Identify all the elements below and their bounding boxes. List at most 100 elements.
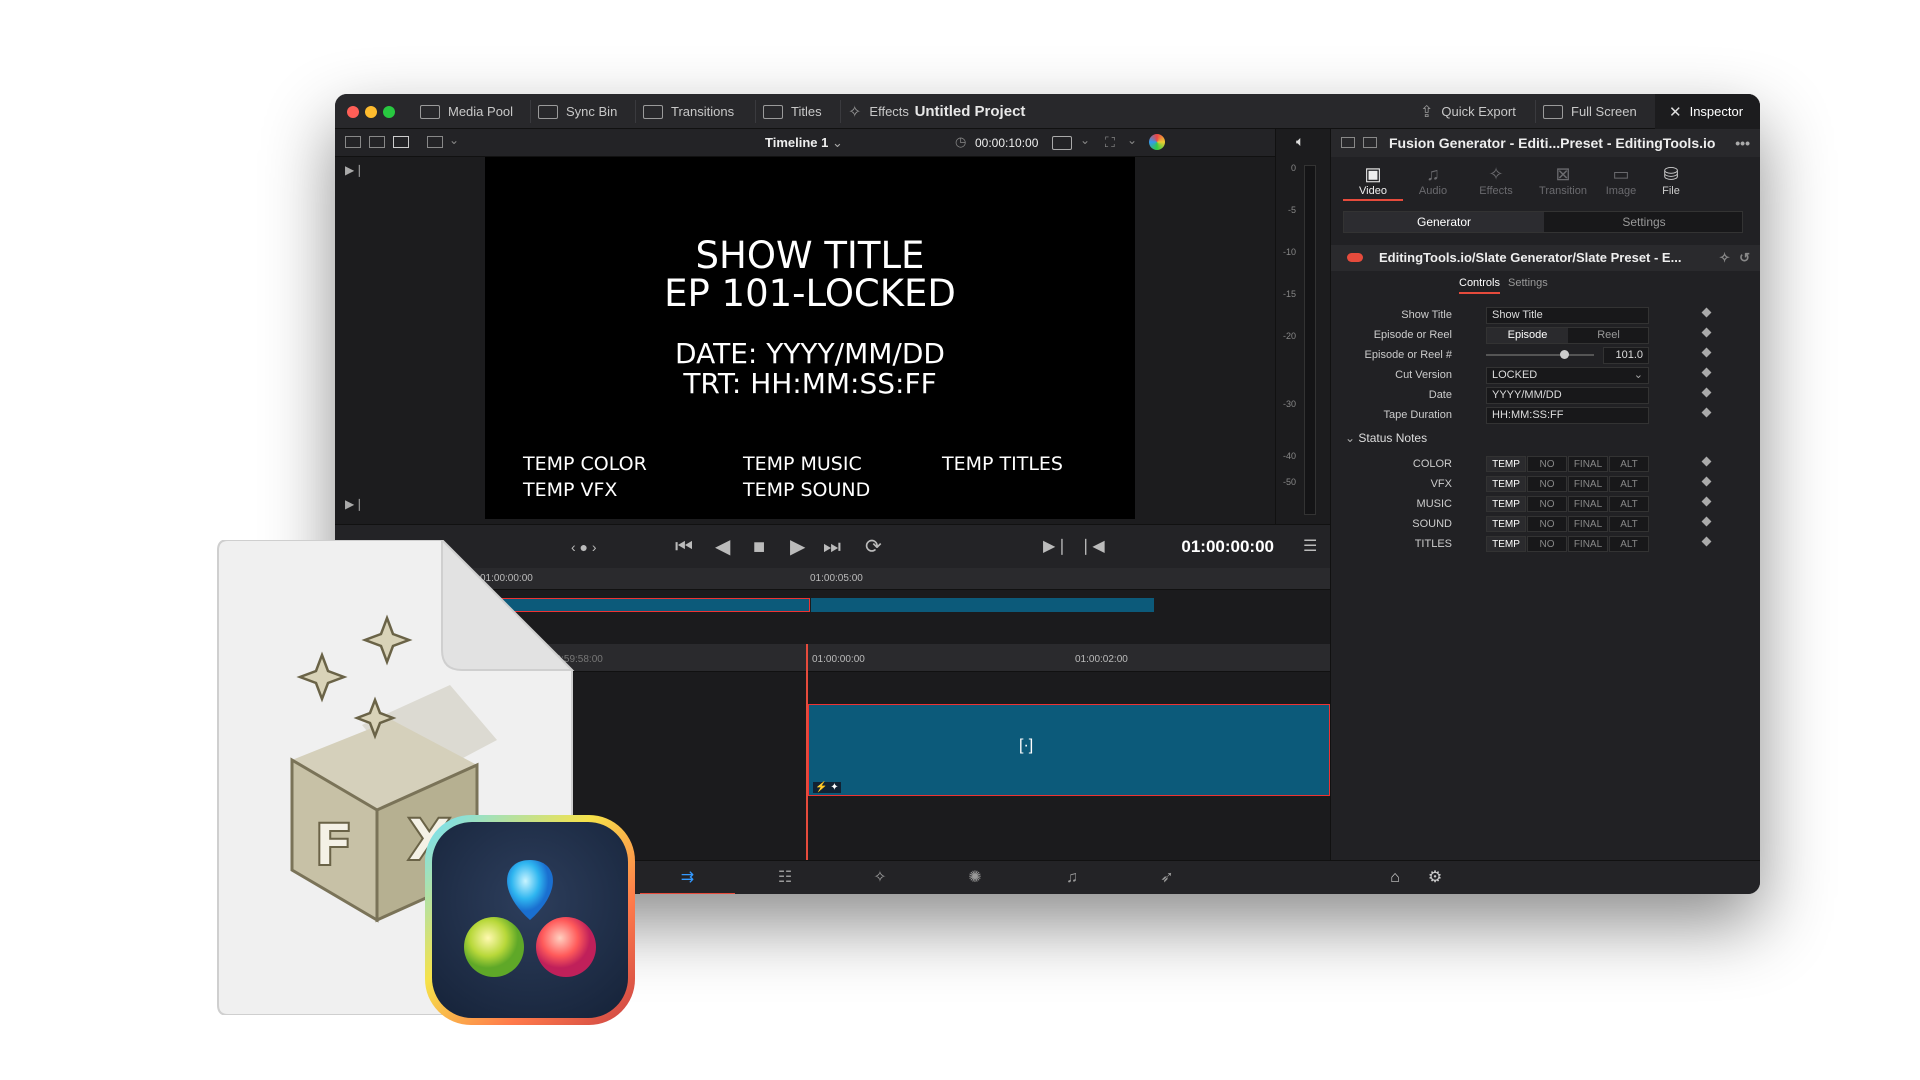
lower-ruler[interactable]: 00:59:58:00 01:00:00:00 01:00:02:00 — [540, 644, 1330, 672]
generator-clip[interactable]: [·] ⚡ ✦ — [808, 704, 1330, 796]
next-edit-button[interactable]: ▶❘ — [1043, 525, 1069, 569]
status-option-button[interactable]: NO — [1527, 516, 1567, 532]
magic-wand-icon[interactable]: ✧ — [1719, 245, 1730, 271]
minimize-window-button[interactable] — [365, 106, 377, 118]
status-option-button[interactable]: NO — [1527, 456, 1567, 472]
edit-page-icon[interactable]: ⇉ — [640, 861, 735, 894]
options-menu-icon[interactable]: ☰ — [1303, 525, 1317, 569]
slate-episode: EP 101-LOCKED — [664, 272, 956, 315]
tab-video[interactable]: ▣ Video — [1343, 163, 1403, 201]
status-option-button[interactable]: FINAL — [1568, 496, 1608, 512]
keyframe-icon[interactable] — [1701, 387, 1712, 398]
tab-audio[interactable]: ♫ Audio — [1403, 163, 1463, 197]
status-option-button[interactable]: ALT — [1609, 516, 1649, 532]
keyframe-icon[interactable] — [1701, 476, 1712, 487]
status-option-button[interactable]: FINAL — [1568, 456, 1608, 472]
transform-icon[interactable]: ⛶ — [1105, 134, 1115, 151]
status-option-button[interactable]: TEMP — [1486, 456, 1526, 472]
play-to-end-icon[interactable]: ▶❘ — [345, 497, 364, 511]
chevron-down-icon[interactable]: ⌄ — [449, 133, 459, 147]
fairlight-mix-icon[interactable]: ☷ — [755, 861, 815, 894]
keyframe-icon[interactable] — [1701, 536, 1712, 547]
fairlight-page-icon[interactable]: ♫ — [1042, 861, 1102, 894]
play-button[interactable]: ▶ — [790, 525, 805, 569]
status-option-button[interactable]: TEMP — [1486, 476, 1526, 492]
color-wheel-icon[interactable] — [1149, 134, 1165, 150]
keyframe-icon[interactable] — [1701, 327, 1712, 338]
status-option-button[interactable]: FINAL — [1568, 536, 1608, 552]
close-window-button[interactable] — [347, 106, 359, 118]
status-option-button[interactable]: NO — [1527, 476, 1567, 492]
tape-duration-field[interactable]: HH:MM:SS:FF — [1486, 407, 1649, 424]
status-option-button[interactable]: TEMP — [1486, 536, 1526, 552]
status-option-button[interactable]: ALT — [1609, 496, 1649, 512]
status-option-button[interactable]: FINAL — [1568, 476, 1608, 492]
full-screen-button[interactable]: Full Screen — [1543, 94, 1637, 129]
episode-number-field[interactable]: 101.0 — [1603, 347, 1649, 364]
play-reverse-button[interactable]: ◀ — [715, 525, 730, 569]
status-option-button[interactable]: ALT — [1609, 476, 1649, 492]
segment-settings[interactable]: Settings — [1544, 212, 1744, 232]
sync-bin-button[interactable]: Sync Bin — [538, 94, 617, 129]
keyframe-icon[interactable] — [1701, 307, 1712, 318]
stop-button[interactable]: ■ — [753, 525, 765, 569]
cut-version-dropdown[interactable]: LOCKED ⌄ — [1486, 367, 1649, 384]
keyframe-icon[interactable] — [1701, 367, 1712, 378]
tab-file[interactable]: ⛁ File — [1641, 163, 1701, 197]
quick-export-button[interactable]: ⇪ Quick Export — [1420, 94, 1516, 129]
chevron-down-icon[interactable]: ⌄ — [1127, 133, 1137, 147]
status-option-button[interactable]: NO — [1527, 496, 1567, 512]
chevron-down-icon[interactable]: ⌄ — [1080, 133, 1090, 147]
media-pool-button[interactable]: Media Pool — [420, 94, 513, 129]
keyframe-icon[interactable] — [1701, 516, 1712, 527]
layout-icon[interactable] — [393, 136, 409, 148]
loop-button[interactable]: ⟳ — [865, 525, 882, 569]
timeline-selector[interactable]: Timeline 1 ⌄ — [765, 129, 843, 157]
reset-icon[interactable]: ↺ — [1739, 245, 1750, 271]
go-to-end-button[interactable]: ⏭ — [823, 525, 841, 569]
show-title-field[interactable]: Show Title — [1486, 307, 1649, 324]
reel-option[interactable]: Reel — [1568, 328, 1649, 343]
segment-generator[interactable]: Generator — [1344, 212, 1544, 232]
timeline-clip[interactable] — [811, 598, 1154, 612]
status-option-button[interactable]: ALT — [1609, 456, 1649, 472]
subtab-controls[interactable]: Controls — [1459, 277, 1500, 294]
episode-option[interactable]: Episode — [1487, 328, 1568, 343]
layout-icon[interactable] — [369, 136, 385, 148]
tab-effects[interactable]: ✧ Effects — [1466, 163, 1526, 197]
tab-transition[interactable]: ⊠ Transition — [1533, 163, 1593, 197]
status-option-button[interactable]: NO — [1527, 536, 1567, 552]
fx-bypass-icon[interactable] — [1052, 136, 1072, 150]
status-option-button[interactable]: ALT — [1609, 536, 1649, 552]
keyframe-icon[interactable] — [1701, 496, 1712, 507]
inspector-layout-icon[interactable] — [1363, 137, 1377, 148]
status-option-button[interactable]: TEMP — [1486, 516, 1526, 532]
viewer-mode-icon[interactable] — [427, 136, 443, 148]
zoom-window-button[interactable] — [383, 106, 395, 118]
deliver-page-icon[interactable]: ➶ — [1137, 861, 1197, 894]
transitions-button[interactable]: Transitions — [643, 94, 734, 129]
more-options-icon[interactable]: ••• — [1735, 129, 1750, 157]
status-notes-header[interactable]: ⌄ Status Notes — [1345, 431, 1427, 445]
layout-icon[interactable] — [345, 136, 361, 148]
meter-tick: 0 — [1290, 163, 1296, 173]
play-to-end-icon[interactable]: ▶❘ — [345, 163, 364, 177]
inspector-button[interactable]: ✕ Inspector — [1655, 94, 1760, 129]
subtab-settings[interactable]: Settings — [1508, 277, 1548, 289]
keyframe-icon[interactable] — [1701, 456, 1712, 467]
keyframe-icon[interactable] — [1701, 407, 1712, 418]
status-option-button[interactable]: TEMP — [1486, 496, 1526, 512]
titles-button[interactable]: Titles — [763, 94, 822, 129]
inspector-layout-icon[interactable] — [1341, 137, 1355, 148]
fusion-wand-icon[interactable]: ✧ — [850, 861, 910, 894]
prev-edit-button[interactable]: ❘◀ — [1079, 525, 1105, 569]
enable-toggle[interactable] — [1347, 253, 1363, 262]
date-field[interactable]: YYYY/MM/DD — [1486, 387, 1649, 404]
keyframe-icon[interactable] — [1701, 347, 1712, 358]
episode-slider[interactable] — [1486, 350, 1594, 359]
color-page-icon[interactable]: ✺ — [945, 861, 1005, 894]
go-to-start-button[interactable]: ⏮ — [675, 525, 693, 569]
speaker-icon[interactable]: 🔈︎ — [1296, 133, 1304, 150]
status-option-button[interactable]: FINAL — [1568, 516, 1608, 532]
settings-gear-icon[interactable]: ⚙ — [1405, 861, 1465, 894]
